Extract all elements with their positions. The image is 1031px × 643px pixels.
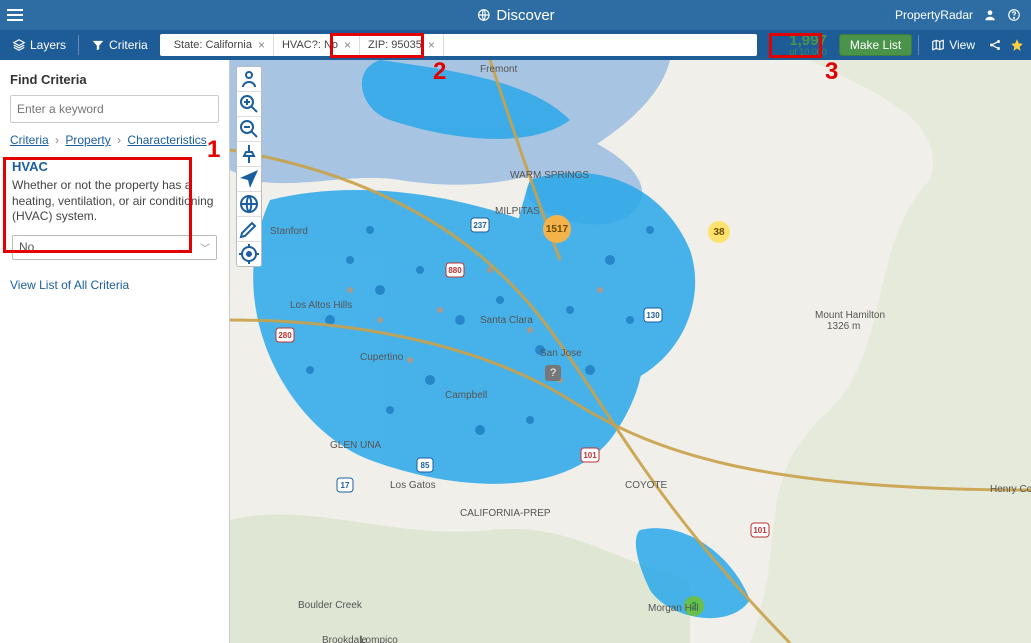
map-icon (931, 38, 945, 52)
svg-text:237: 237 (473, 221, 487, 230)
criteria-button[interactable]: Criteria (85, 33, 154, 57)
make-list-button[interactable]: Make List (839, 34, 912, 56)
map-tool-target[interactable] (237, 242, 261, 266)
chip-label: HVAC?: No (282, 39, 338, 51)
crumb-characteristics[interactable]: Characteristics (127, 133, 206, 147)
result-count-main: 1,997 (789, 33, 827, 48)
svg-text:101: 101 (753, 526, 767, 535)
svg-text:280: 280 (278, 331, 292, 340)
chip-remove-icon[interactable]: × (344, 38, 351, 52)
chip-remove-icon[interactable]: × (258, 38, 265, 52)
page-title: Discover (476, 7, 554, 24)
separator (78, 35, 79, 55)
layers-label: Layers (30, 38, 66, 52)
layers-button[interactable]: Layers (6, 33, 72, 57)
star-icon[interactable] (1009, 38, 1025, 52)
chip-hvac[interactable]: HVAC?: No × (274, 34, 360, 56)
svg-text:17: 17 (341, 481, 350, 490)
chevron-right-icon: › (55, 133, 59, 147)
crumb-property[interactable]: Property (65, 133, 110, 147)
breadcrumb: Criteria › Property › Characteristics (10, 133, 219, 147)
hvac-select[interactable]: No ﹀ (12, 235, 217, 260)
layers-icon (12, 38, 26, 52)
chip-remove-icon[interactable]: × (428, 38, 435, 52)
brand-label: PropertyRadar (895, 8, 973, 22)
criteria-label: Criteria (109, 38, 148, 52)
svg-text:101: 101 (583, 451, 597, 460)
criteria-search-input[interactable] (10, 95, 219, 123)
svg-text:880: 880 (448, 266, 462, 275)
chip-label: State: California (174, 39, 252, 51)
map-canvas[interactable]: 237 280 880 101 101 17 85 130 1517382 Fr… (230, 60, 1031, 643)
view-label: View (949, 38, 975, 52)
sidebar-title: Find Criteria (10, 72, 219, 87)
view-button[interactable]: View (925, 33, 981, 57)
map-tool-profile[interactable] (237, 67, 261, 92)
separator (918, 35, 919, 55)
map-svg: 237 280 880 101 101 17 85 130 (230, 60, 1031, 643)
chip-label: ZIP: 95035 (368, 39, 422, 51)
user-icon[interactable] (983, 8, 997, 22)
map-tool-globe[interactable] (237, 192, 261, 217)
chevron-down-icon: ﹀ (200, 240, 210, 255)
map-zoom-in[interactable] (237, 92, 261, 117)
chip-state[interactable]: State: California × (166, 34, 274, 56)
crumb-criteria[interactable]: Criteria (10, 133, 49, 147)
view-all-criteria-link[interactable]: View List of All Criteria (10, 278, 219, 292)
criteria-panel-title: HVAC (12, 159, 217, 174)
hvac-select-value: No (19, 240, 34, 254)
filter-icon (91, 38, 105, 52)
map-tool-locate[interactable] (237, 167, 261, 192)
svg-text:130: 130 (646, 311, 660, 320)
criteria-panel-desc: Whether or not the property has a heatin… (12, 178, 217, 225)
criteria-panel: HVAC Whether or not the property has a h… (10, 153, 219, 266)
page-title-text: Discover (496, 7, 554, 24)
result-count: 1,997 of 10,000 (763, 31, 833, 59)
chevron-right-icon: › (117, 133, 121, 147)
map-tool-stack (236, 66, 262, 267)
map-tool-pin[interactable] (237, 142, 261, 167)
chip-zip[interactable]: ZIP: 95035 × (360, 34, 444, 56)
svg-text:85: 85 (421, 461, 430, 470)
map-tool-draw[interactable] (237, 217, 261, 242)
result-count-sub: of 10,000 (789, 48, 827, 57)
menu-button[interactable] (0, 14, 30, 16)
criteria-chipbar: State: California × HVAC?: No × ZIP: 950… (160, 34, 757, 56)
map-zoom-out[interactable] (237, 117, 261, 142)
help-icon[interactable] (1007, 8, 1021, 22)
globe-icon (476, 8, 490, 22)
share-icon[interactable] (987, 38, 1003, 52)
